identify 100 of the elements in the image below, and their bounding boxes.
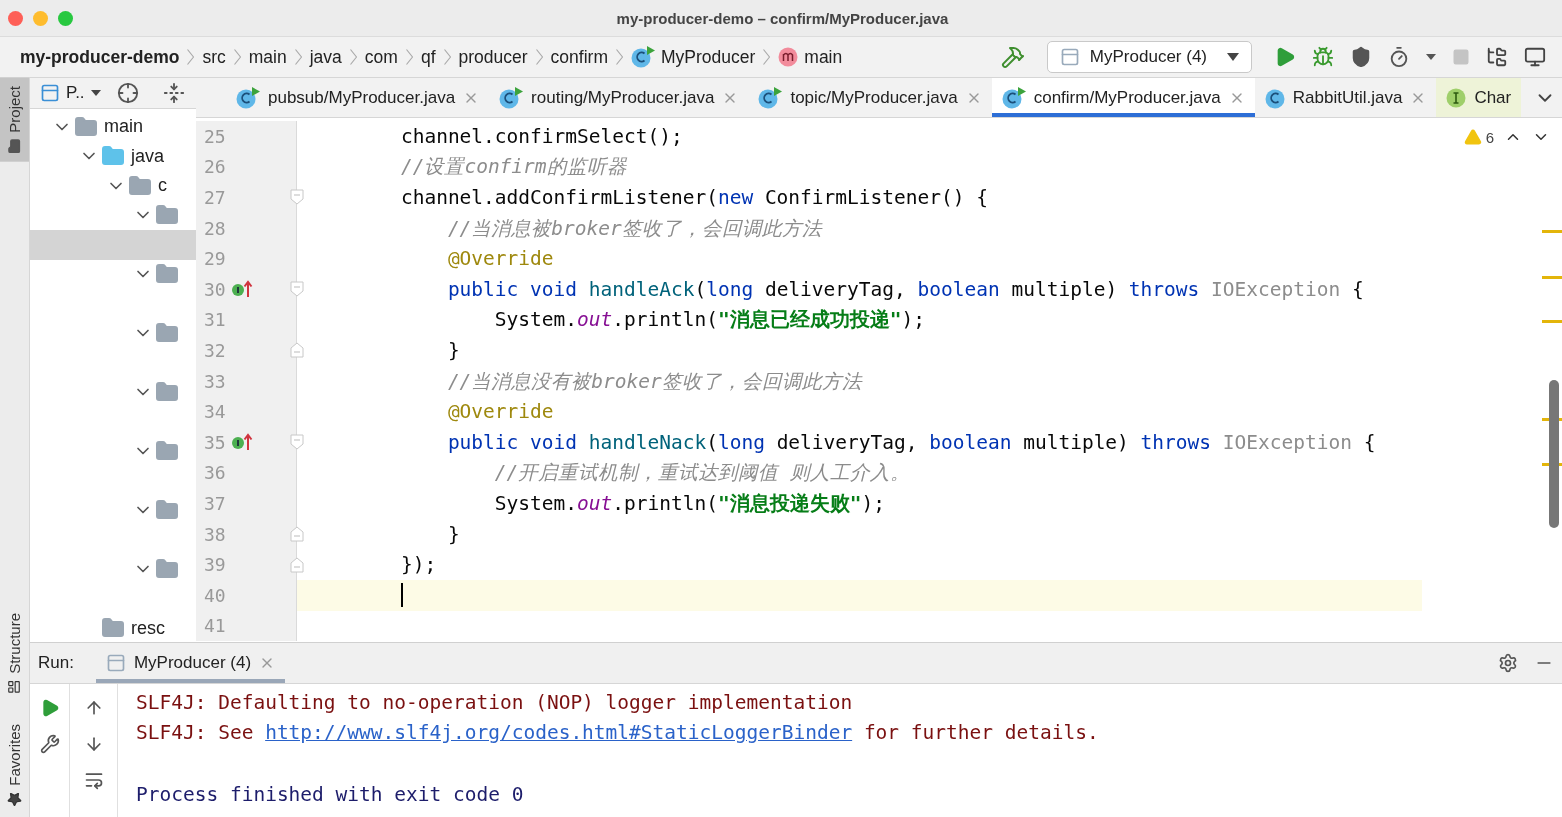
fold-marker-icon[interactable]	[290, 189, 304, 206]
line-number: 34	[204, 401, 227, 423]
breadcrumb-separator-icon	[763, 49, 771, 65]
breadcrumb-separator-icon	[535, 49, 543, 65]
line-number: 27	[204, 187, 227, 208]
line-number: 35	[204, 431, 227, 453]
breadcrumb-separator-icon	[443, 49, 451, 65]
code-line: //设置confirm的监听器	[399, 154, 628, 181]
breadcrumb-separator-icon	[294, 49, 302, 65]
line-number: 29	[204, 248, 227, 270]
interface-icon	[1446, 86, 1467, 109]
tree-item[interactable]: java	[30, 141, 196, 171]
tree-item-label: c	[158, 175, 167, 197]
breadcrumb-item[interactable]: java	[307, 46, 344, 68]
tree-item-label: main	[104, 116, 143, 138]
structure-icon	[7, 680, 22, 695]
tree-item[interactable]: resc	[30, 613, 196, 642]
line-number: 28	[204, 217, 227, 239]
code-line: System.out.println("消息已经成功投递");	[493, 307, 926, 334]
tree-item-label: java	[131, 145, 165, 167]
breadcrumb-item[interactable]: main	[776, 46, 845, 68]
breadcrumb-item[interactable]: com	[362, 46, 400, 68]
line-number: 36	[204, 462, 227, 484]
fold-marker-icon[interactable]	[290, 526, 304, 542]
code-line: public void handleAck(long deliveryTag, boolean multiple) throws IOException {	[446, 276, 1365, 303]
line-number: 40	[204, 584, 227, 606]
breadcrumb-separator-icon	[233, 49, 241, 65]
breadcrumb-separator-icon	[349, 49, 357, 65]
breadcrumb-separator-icon	[405, 49, 413, 65]
fold-marker-icon[interactable]	[290, 556, 304, 573]
override-marker-icon[interactable]	[232, 280, 254, 299]
line-number: 31	[204, 309, 227, 331]
editor-tab[interactable]: confirm/MyProducer.java	[991, 78, 1255, 117]
code-line: });	[399, 552, 438, 579]
line-number: 37	[204, 492, 227, 514]
side-tab[interactable]: Favorites	[0, 716, 29, 815]
line-number: 30	[204, 278, 227, 300]
breadcrumb-item[interactable]: producer	[456, 46, 530, 68]
run-label: Run:	[38, 653, 74, 673]
class-icon	[499, 86, 524, 109]
editor-tab[interactable]: RabbitUtil.java	[1254, 78, 1437, 117]
breadcrumb-item[interactable]: confirm	[548, 46, 610, 68]
code-line: channel.addConfirmListener(new ConfirmListener() {	[399, 185, 989, 211]
class-icon	[236, 86, 260, 109]
window-icon	[40, 83, 60, 103]
window-icon	[1059, 47, 1080, 67]
line-number: 41	[204, 615, 227, 637]
console-line: Process finished with exit code 0	[136, 781, 525, 808]
fold-marker-icon[interactable]	[290, 434, 304, 451]
breadcrumb-item[interactable]: MyProducer	[628, 46, 758, 68]
fold-marker-icon[interactable]	[290, 281, 304, 298]
line-number: 33	[204, 370, 227, 392]
breadcrumb-item[interactable]: main	[246, 46, 289, 68]
scrollbar-thumb[interactable]	[1549, 380, 1559, 528]
line-number: 25	[204, 125, 227, 147]
class-icon	[1001, 86, 1026, 109]
tree-item[interactable]: c	[30, 171, 196, 201]
line-number: 32	[204, 339, 227, 361]
run-configuration-dropdown[interactable]: MyProducer (4)	[1046, 41, 1252, 73]
line-number: 39	[204, 554, 227, 576]
method-icon	[778, 46, 799, 68]
side-tab[interactable]: Project	[0, 78, 29, 162]
close-window-button[interactable]	[8, 10, 23, 26]
code-line: }	[446, 521, 461, 548]
code-line: channel.confirmSelect();	[399, 123, 684, 150]
breadcrumb-item[interactable]: qf	[418, 46, 438, 68]
text-caret	[400, 583, 403, 608]
code-line: @Override	[446, 399, 555, 426]
tree-item[interactable]: main	[30, 112, 196, 142]
code-line: @Override	[446, 246, 555, 273]
line-number: 38	[204, 523, 227, 545]
console-line: SLF4J: Defaulting to no-operation (NOP) logger implementation	[136, 689, 854, 716]
breadcrumb-item[interactable]: my-producer-demo	[18, 46, 182, 68]
window-icon	[105, 653, 126, 673]
fold-marker-icon[interactable]	[290, 342, 304, 359]
editor-tab[interactable]: pubsub/MyProducer.java	[226, 78, 490, 117]
window-title: my-producer-demo – confirm/MyProducer.java	[615, 9, 950, 27]
side-tab[interactable]: Structure	[0, 605, 29, 703]
breadcrumb-separator-icon	[187, 49, 195, 65]
class-icon	[758, 86, 783, 109]
folder-icon	[74, 114, 98, 139]
warnings-count[interactable]: 6	[1463, 128, 1494, 146]
line-number: 26	[204, 156, 227, 178]
folder-icon	[128, 173, 152, 198]
breadcrumb-item[interactable]: src	[200, 46, 228, 68]
editor-tab[interactable]: topic/MyProducer.java	[748, 78, 992, 117]
code-line: //当消息没有被broker签收了，会回调此方法	[446, 368, 864, 395]
caret-icon	[90, 90, 101, 96]
zoom-window-button[interactable]	[58, 10, 73, 26]
console-line: SLF4J: See http://www.slf4j.org/codes.html#StaticLoggerBinder for further details.	[136, 720, 1099, 747]
console-link[interactable]: http://www.slf4j.org/codes.html#StaticLoggerBinder	[265, 721, 853, 745]
editor-tab[interactable]: Char	[1436, 78, 1522, 117]
code-line: }	[446, 337, 461, 364]
tree-item-label: resc	[131, 617, 165, 639]
folder-icon	[7, 138, 22, 154]
star-icon	[7, 792, 22, 807]
class-icon	[630, 46, 655, 68]
editor-tab[interactable]: routing/MyProducer.java	[489, 78, 749, 117]
override-marker-icon[interactable]	[232, 433, 254, 452]
code-line: public void handleNack(long deliveryTag, boolean multiple) throws IOException {	[446, 429, 1377, 456]
